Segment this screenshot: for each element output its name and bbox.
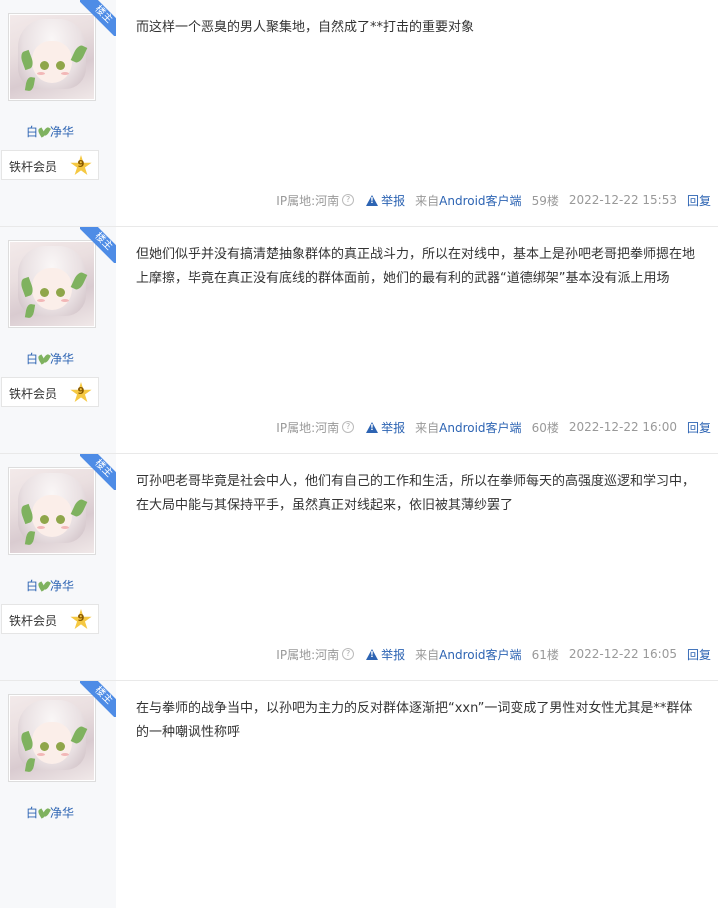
post-content: 但她们似乎并没有搞清楚抽象群体的真正战斗力，所以在对线中，基本上是孙吧老哥把拳师…: [136, 247, 696, 286]
post-content: 而这样一个恶臭的男人聚集地，自然成了**打击的重要对象: [136, 20, 475, 35]
post-tail: IP属地:河南? 举报 来自Android客户端 59楼 2022-12-22 …: [266, 192, 711, 208]
floor-number: 61楼: [531, 647, 559, 662]
question-circle-icon[interactable]: ?: [342, 194, 355, 206]
client-link[interactable]: Android客户端: [439, 648, 521, 662]
leaf-icon: [37, 580, 51, 592]
client-link[interactable]: Android客户端: [439, 421, 521, 435]
reply-link[interactable]: 回复: [687, 646, 711, 663]
leaf-icon: [37, 126, 51, 138]
member-level[interactable]: 铁杆会员 9: [1, 150, 99, 180]
client-source: 来自Android客户端: [415, 420, 522, 435]
floor-number: 60楼: [531, 420, 559, 435]
client-link[interactable]: Android客户端: [439, 194, 521, 208]
post: 楼主 白净华 铁杆会员 9 但她们似乎并没有搞清楚抽象群体的真正战斗力，所以在对…: [0, 227, 718, 454]
client-source: 来自Android客户端: [415, 647, 522, 662]
question-circle-icon[interactable]: ?: [342, 648, 355, 660]
member-level[interactable]: 铁杆会员 9: [1, 604, 99, 634]
level-name: 铁杆会员: [9, 614, 58, 628]
leaf-icon: [37, 353, 51, 365]
post: 楼主 白净华 铁杆会员 9 而这样一个恶臭的男人聚集地，自然成了**打击的重要对…: [0, 0, 718, 227]
report-link[interactable]: 举报: [366, 646, 405, 663]
report-link[interactable]: 举报: [366, 419, 405, 436]
post-time: 2022-12-22 16:05: [568, 647, 677, 661]
op-badge: 楼主: [80, 681, 116, 717]
post: 楼主 白净华 在与拳师的战争当中，以孙吧为主力的反对群体逐渐把“xxn”一词变成…: [0, 681, 718, 908]
report-link[interactable]: 举报: [366, 192, 405, 209]
leaf-icon: [37, 807, 51, 819]
op-badge: 楼主: [80, 227, 116, 263]
member-level[interactable]: 铁杆会员 9: [1, 377, 99, 407]
post-content: 在与拳师的战争当中，以孙吧为主力的反对群体逐渐把“xxn”一词变成了男性对女性尤…: [136, 701, 693, 740]
op-badge: 楼主: [80, 454, 116, 490]
post-tail: IP属地:河南? 举报 来自Android客户端 60楼 2022-12-22 …: [266, 419, 711, 435]
warning-triangle-icon: [366, 648, 379, 660]
post-content: 可孙吧老哥毕竟是社会中人，他们有自己的工作和生活，所以在拳师每天的高强度巡逻和学…: [136, 474, 696, 513]
client-source: 来自Android客户端: [415, 193, 522, 208]
post-time: 2022-12-22 15:53: [568, 193, 677, 207]
username-link[interactable]: 白净华: [0, 804, 100, 821]
level-number: 9: [77, 386, 85, 397]
question-circle-icon[interactable]: ?: [342, 421, 355, 433]
ip-location: IP属地:河南?: [276, 646, 355, 663]
floor-number: 59楼: [531, 193, 559, 208]
author-sidebar: 楼主 白净华 铁杆会员 9: [0, 0, 116, 227]
warning-triangle-icon: [366, 194, 379, 206]
level-name: 铁杆会员: [9, 160, 58, 174]
post: 楼主 白净华 铁杆会员 9 可孙吧老哥毕竟是社会中人，他们有自己的工作和生活，所…: [0, 454, 718, 681]
post-tail: IP属地:河南? 举报 来自Android客户端 61楼 2022-12-22 …: [266, 646, 711, 662]
post-time: 2022-12-22 16:00: [568, 420, 677, 434]
level-name: 铁杆会员: [9, 387, 58, 401]
op-badge: 楼主: [80, 0, 116, 36]
ip-location: IP属地:河南?: [276, 192, 355, 209]
reply-link[interactable]: 回复: [687, 192, 711, 209]
author-sidebar: 楼主 白净华: [0, 681, 116, 908]
username-link[interactable]: 白净华: [0, 577, 100, 594]
reply-link[interactable]: 回复: [687, 419, 711, 436]
username-link[interactable]: 白净华: [0, 350, 100, 367]
warning-triangle-icon: [366, 421, 379, 433]
ip-location: IP属地:河南?: [276, 419, 355, 436]
level-number: 9: [77, 159, 85, 170]
username-link[interactable]: 白净华: [0, 123, 100, 140]
author-sidebar: 楼主 白净华 铁杆会员 9: [0, 454, 116, 681]
author-sidebar: 楼主 白净华 铁杆会员 9: [0, 227, 116, 454]
level-number: 9: [77, 613, 85, 624]
